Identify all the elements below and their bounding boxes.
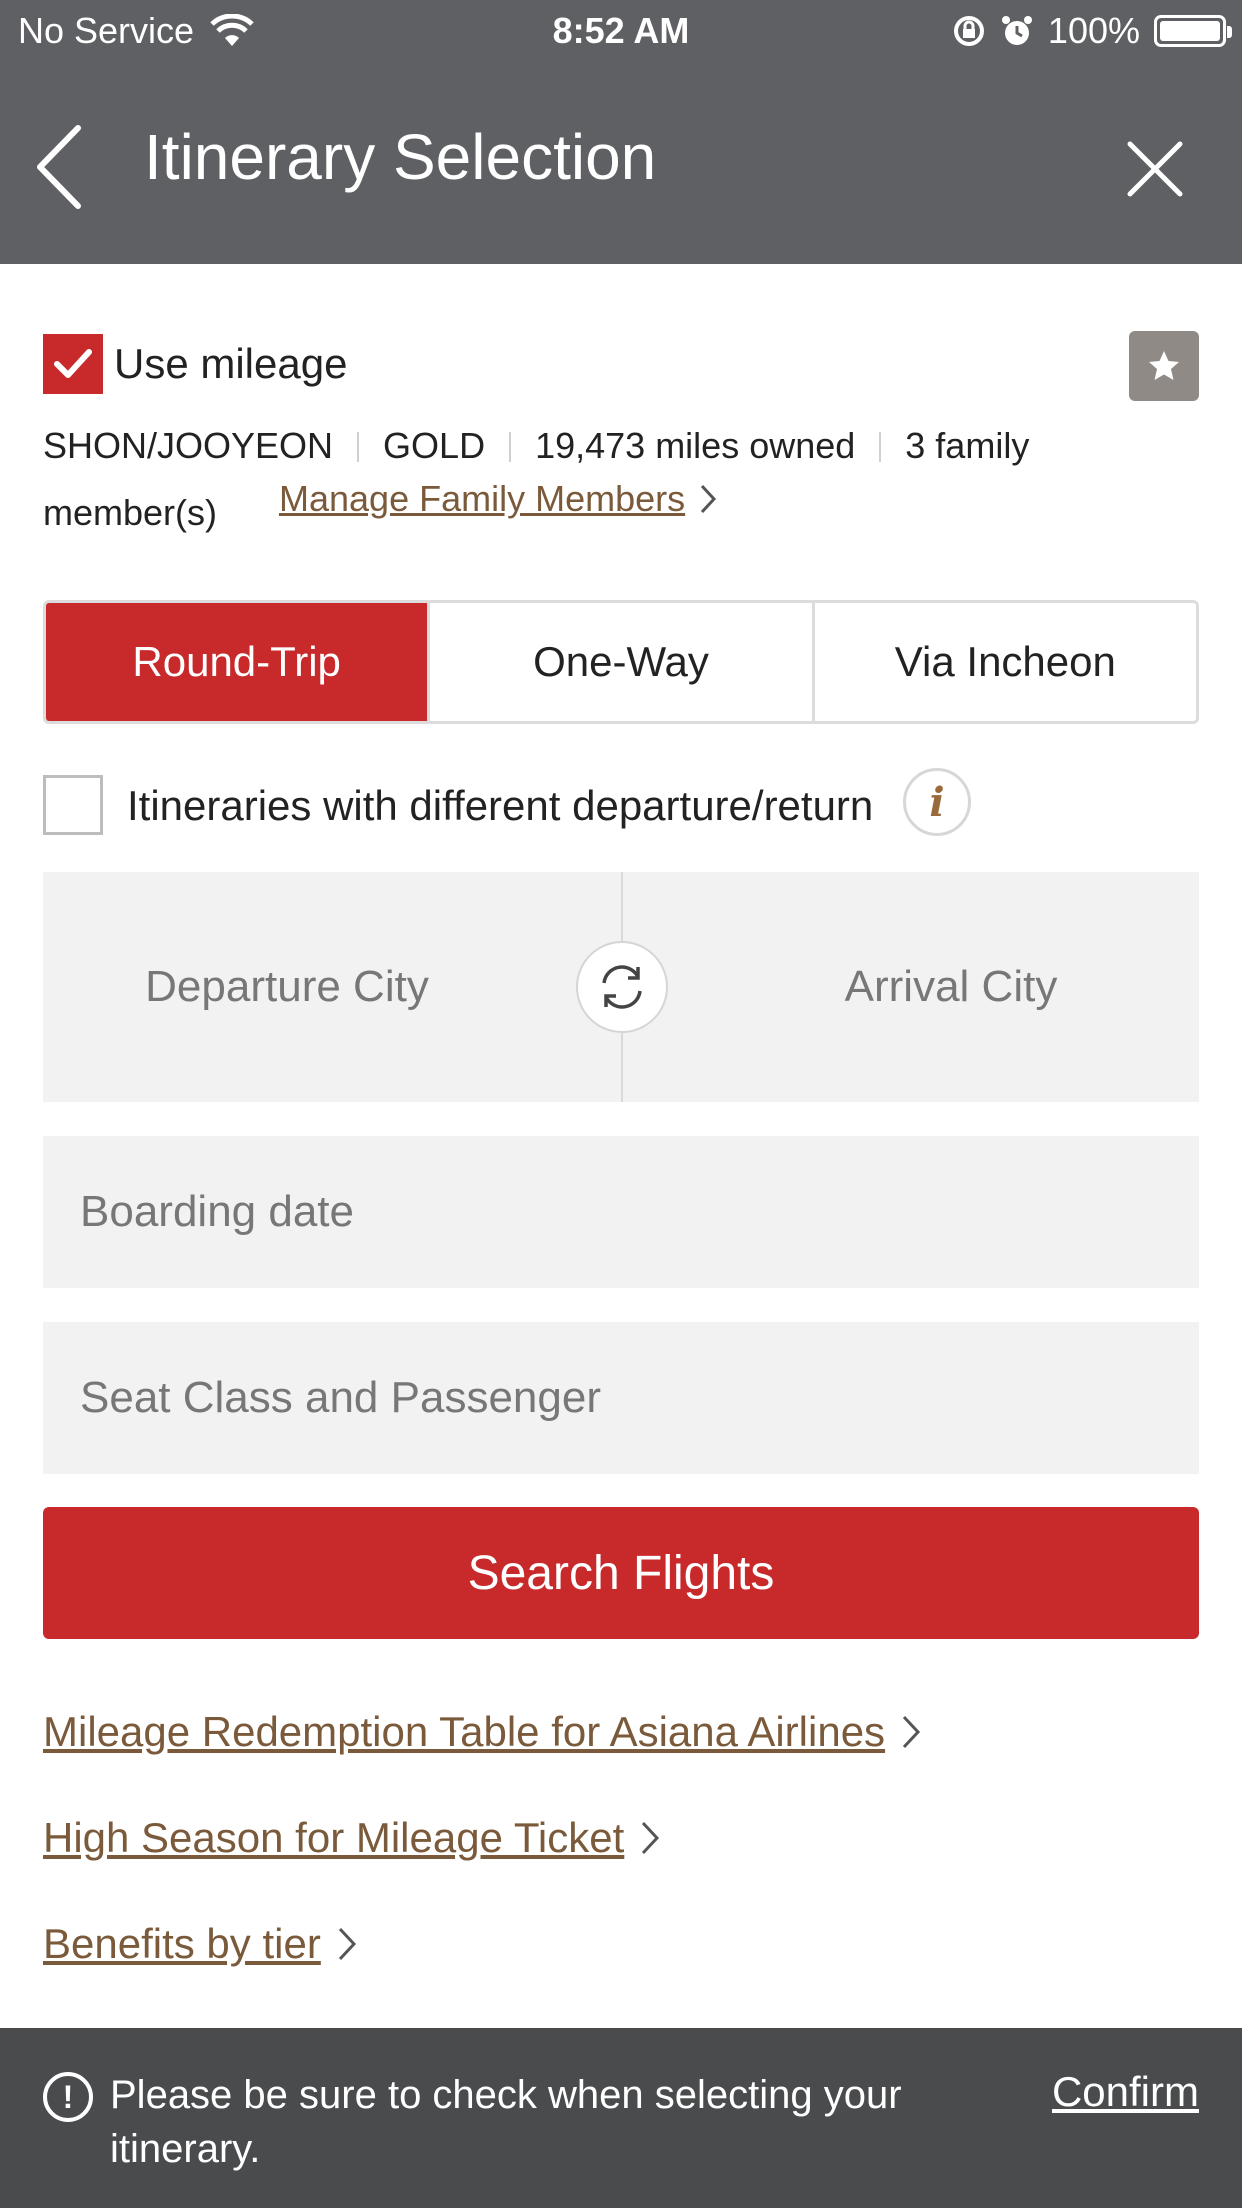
boarding-date-field[interactable]: Boarding date xyxy=(43,1136,1199,1288)
member-name: SHON/JOOYEON xyxy=(43,425,334,466)
chevron-right-icon xyxy=(642,1821,660,1855)
use-mileage-checkbox[interactable] xyxy=(43,334,103,394)
close-icon[interactable] xyxy=(1120,134,1190,204)
divider xyxy=(879,432,882,462)
tab-round-trip[interactable]: Round-Trip xyxy=(46,603,431,721)
high-season-label[interactable]: High Season for Mileage Ticket xyxy=(43,1814,624,1862)
tab-via-incheon[interactable]: Via Incheon xyxy=(814,603,1196,721)
tab-one-way[interactable]: One-Way xyxy=(430,603,815,721)
different-itinerary-checkbox[interactable] xyxy=(43,775,103,835)
alarm-icon xyxy=(1001,16,1032,45)
divider xyxy=(357,432,360,462)
chevron-right-icon xyxy=(701,484,717,514)
battery-icon xyxy=(1154,15,1232,47)
favorite-button[interactable] xyxy=(1129,331,1199,401)
rotation-lock-icon xyxy=(953,16,984,46)
benefits-by-tier-label[interactable]: Benefits by tier xyxy=(43,1920,321,1968)
redemption-table-link[interactable]: Mileage Redemption Table for Asiana Airl… xyxy=(43,1708,921,1756)
swap-cities-button[interactable] xyxy=(576,941,668,1033)
different-itinerary-label[interactable]: Itineraries with different departure/ret… xyxy=(127,782,873,830)
manage-family-label[interactable]: Manage Family Members xyxy=(279,478,685,520)
notice-message: Please be sure to check when selecting y… xyxy=(110,2073,902,2171)
header: Itinerary Selection xyxy=(0,62,1242,264)
checkmark-icon xyxy=(54,349,92,378)
chevron-right-icon xyxy=(902,1715,921,1749)
use-mileage-label[interactable]: Use mileage xyxy=(114,340,347,388)
divider xyxy=(509,432,512,462)
alert-icon: ! xyxy=(43,2072,93,2122)
star-icon xyxy=(1149,351,1179,380)
departure-city-field[interactable]: Departure City xyxy=(43,962,621,1012)
miles-owned: 19,473 miles owned xyxy=(535,425,856,466)
route-selector: Departure City Arrival City xyxy=(43,872,1199,1102)
notice-bar: ! Please be sure to check when selecting… xyxy=(0,2028,1242,2208)
page-title: Itinerary Selection xyxy=(144,121,657,193)
member-tier: GOLD xyxy=(383,425,486,466)
seat-class-passenger-field[interactable]: Seat Class and Passenger xyxy=(43,1322,1199,1474)
status-bar: No Service 8:52 AM 100% xyxy=(0,0,1242,62)
confirm-button[interactable]: Confirm xyxy=(1052,2068,1199,2116)
chevron-right-icon xyxy=(338,1927,356,1961)
trip-type-tabs: Round-Trip One-Way Via Incheon xyxy=(43,600,1199,724)
status-right: 100% xyxy=(952,10,1232,52)
battery-percent: 100% xyxy=(1047,10,1140,51)
search-flights-button[interactable]: Search Flights xyxy=(43,1507,1199,1639)
benefits-by-tier-link[interactable]: Benefits by tier xyxy=(43,1920,357,1968)
back-arrow-icon[interactable] xyxy=(28,122,98,212)
manage-family-link[interactable]: Manage Family Members xyxy=(279,478,717,520)
info-icon[interactable]: i xyxy=(903,768,971,836)
high-season-link[interactable]: High Season for Mileage Ticket xyxy=(43,1814,660,1862)
redemption-table-label[interactable]: Mileage Redemption Table for Asiana Airl… xyxy=(43,1708,885,1756)
arrival-city-field[interactable]: Arrival City xyxy=(623,962,1199,1012)
swap-icon xyxy=(602,965,642,1009)
